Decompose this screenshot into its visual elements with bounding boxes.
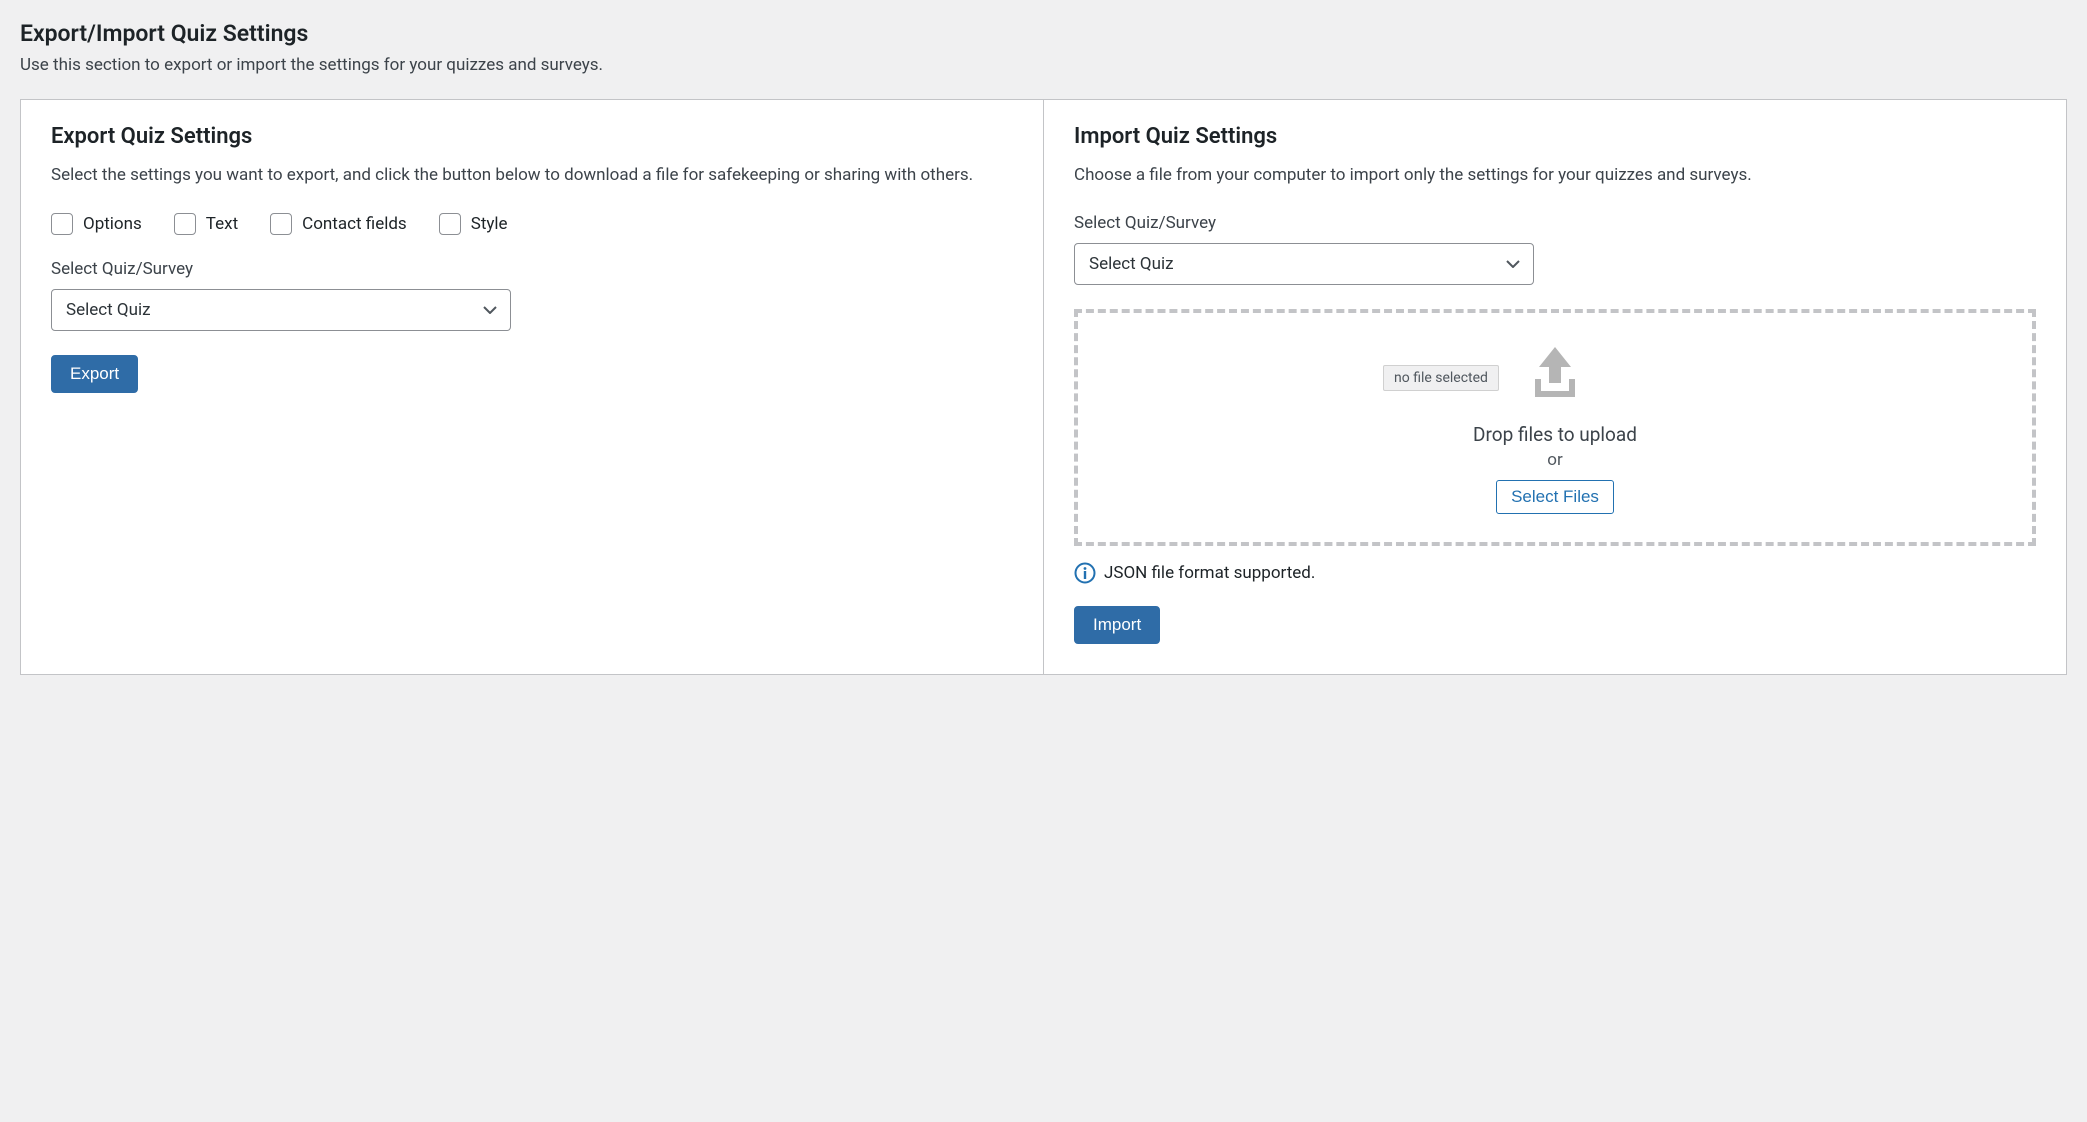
page-title: Export/Import Quiz Settings bbox=[20, 20, 2067, 47]
page-subtitle: Use this section to export or import the… bbox=[20, 55, 2067, 75]
upload-icon: no file selected bbox=[1525, 343, 1585, 403]
page-header: Export/Import Quiz Settings Use this sec… bbox=[20, 20, 2067, 75]
file-dropzone[interactable]: no file selected Drop files to upload or… bbox=[1074, 309, 2036, 546]
settings-card: Export Quiz Settings Select the settings… bbox=[20, 99, 2067, 675]
drop-text: Drop files to upload bbox=[1098, 423, 2012, 446]
checkbox-label-options: Options bbox=[83, 214, 142, 234]
import-description: Choose a file from your computer to impo… bbox=[1074, 163, 2036, 189]
export-select-label: Select Quiz/Survey bbox=[51, 259, 1013, 279]
export-select-wrap: Select Quiz bbox=[51, 289, 511, 331]
export-checkbox-row: Options Text Contact fields Style bbox=[51, 213, 1013, 235]
import-select-wrap: Select Quiz bbox=[1074, 243, 1534, 285]
checkbox-input-contact-fields[interactable] bbox=[270, 213, 292, 235]
import-column: Import Quiz Settings Choose a file from … bbox=[1044, 100, 2066, 674]
info-text: JSON file format supported. bbox=[1104, 563, 1315, 583]
export-column: Export Quiz Settings Select the settings… bbox=[21, 100, 1044, 674]
checkbox-input-options[interactable] bbox=[51, 213, 73, 235]
export-quiz-select[interactable]: Select Quiz bbox=[51, 289, 511, 331]
checkbox-style[interactable]: Style bbox=[439, 213, 508, 235]
import-title: Import Quiz Settings bbox=[1074, 124, 2036, 149]
export-title: Export Quiz Settings bbox=[51, 124, 1013, 149]
checkbox-text[interactable]: Text bbox=[174, 213, 238, 235]
import-quiz-select[interactable]: Select Quiz bbox=[1074, 243, 1534, 285]
info-row: JSON file format supported. bbox=[1074, 562, 2036, 584]
checkbox-label-contact-fields: Contact fields bbox=[302, 214, 407, 234]
select-files-button[interactable]: Select Files bbox=[1496, 480, 1614, 514]
checkbox-input-text[interactable] bbox=[174, 213, 196, 235]
checkbox-contact-fields[interactable]: Contact fields bbox=[270, 213, 407, 235]
checkbox-label-style: Style bbox=[471, 214, 508, 234]
checkbox-options[interactable]: Options bbox=[51, 213, 142, 235]
import-select-label: Select Quiz/Survey bbox=[1074, 213, 2036, 233]
export-button[interactable]: Export bbox=[51, 355, 138, 393]
export-description: Select the settings you want to export, … bbox=[51, 163, 1013, 189]
file-status-badge: no file selected bbox=[1383, 365, 1499, 391]
or-text: or bbox=[1098, 450, 2012, 470]
import-button[interactable]: Import bbox=[1074, 606, 1160, 644]
checkbox-label-text: Text bbox=[206, 214, 238, 234]
info-icon bbox=[1074, 562, 1096, 584]
checkbox-input-style[interactable] bbox=[439, 213, 461, 235]
